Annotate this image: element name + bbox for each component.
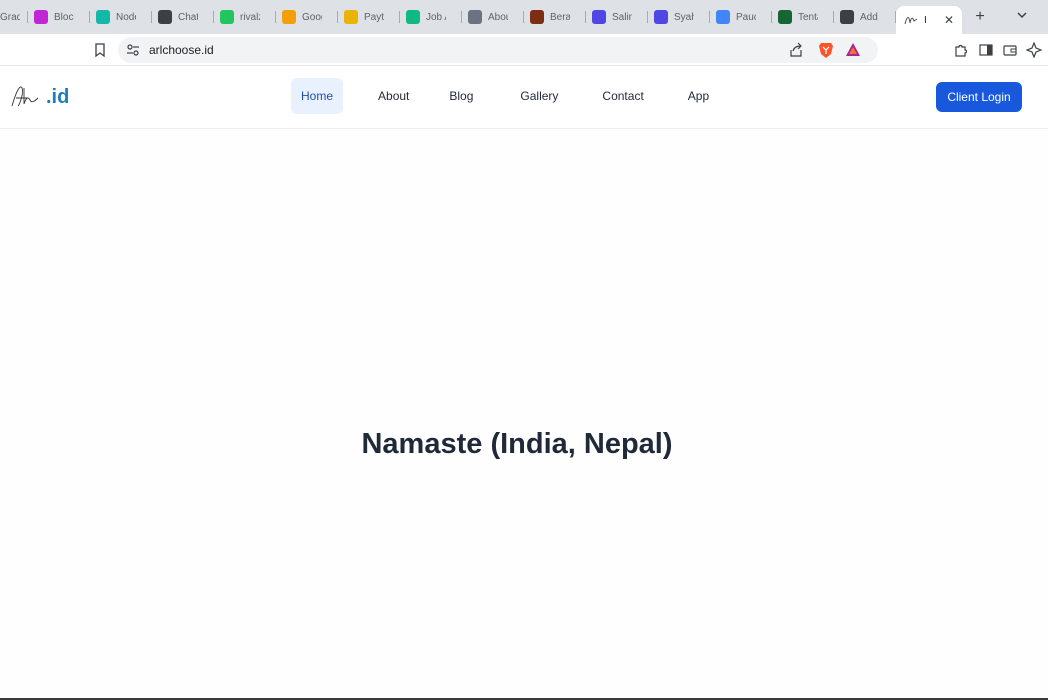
leo-ai-icon[interactable] bbox=[1025, 41, 1043, 59]
browser-tab-title: Node bbox=[116, 11, 136, 23]
block-icon bbox=[34, 10, 48, 24]
share-icon[interactable] bbox=[788, 42, 804, 58]
browser-tab-title: Add bbox=[860, 11, 878, 23]
main-content: Namaste (India, Nepal) bbox=[0, 130, 1048, 698]
tab-search-chevron-icon[interactable] bbox=[1016, 9, 1028, 24]
browser-tab[interactable]: Salin bbox=[586, 5, 648, 29]
extensions-icon[interactable] bbox=[953, 42, 969, 58]
browser-tab[interactable]: rivalz bbox=[214, 5, 276, 29]
browser-tab[interactable]: Syah bbox=[648, 5, 710, 29]
address-bar[interactable]: arlchoose.id bbox=[118, 37, 878, 63]
browser-tab[interactable]: Node bbox=[90, 5, 152, 29]
browser-tab[interactable]: Paytm bbox=[338, 5, 400, 29]
job-icon bbox=[406, 10, 420, 24]
paytm-icon bbox=[344, 10, 358, 24]
browser-toolbar: arlchoose.id bbox=[0, 34, 1048, 66]
browser-tab-title: rivalz bbox=[240, 11, 260, 23]
google-drive-icon bbox=[282, 10, 296, 24]
tenta-icon bbox=[778, 10, 792, 24]
signature-icon bbox=[468, 10, 482, 24]
site-logo[interactable]: .id bbox=[10, 82, 69, 110]
nav-home[interactable]: Home bbox=[291, 78, 344, 114]
tab-list: Gradi Block Node Chat rivalz Goog Paytm Job A Ab… bbox=[0, 0, 896, 34]
browser-tab-title: Berat bbox=[550, 11, 570, 23]
active-tab[interactable]: I ✕ bbox=[896, 6, 963, 34]
chatgpt-icon bbox=[158, 10, 172, 24]
site-header: .id Home About Blog Gallery Contact App … bbox=[0, 66, 1048, 129]
browser-tab[interactable]: Abou bbox=[462, 5, 524, 29]
browser-tab[interactable]: Tenta bbox=[772, 5, 834, 29]
url-text[interactable]: arlchoose.id bbox=[149, 43, 214, 57]
site-settings-icon[interactable] bbox=[126, 43, 140, 57]
browser-tab-title: Gradi bbox=[0, 11, 20, 23]
client-login-button[interactable]: Client Login bbox=[936, 82, 1022, 112]
nav-gallery[interactable]: Gallery bbox=[510, 78, 568, 114]
logo-text: .id bbox=[46, 85, 70, 108]
nav-app[interactable]: App bbox=[678, 78, 719, 114]
google-icon bbox=[716, 10, 730, 24]
new-tab-button[interactable]: + bbox=[970, 8, 990, 26]
browser-tab-title: Paytm bbox=[364, 11, 384, 23]
add-site-icon bbox=[840, 10, 854, 24]
brave-rewards-icon[interactable] bbox=[845, 42, 861, 58]
browser-tab-strip: Gradi Block Node Chat rivalz Goog Paytm Job A Ab… bbox=[0, 0, 1048, 34]
wallet-icon[interactable] bbox=[1002, 42, 1018, 58]
browser-tab[interactable]: Chat bbox=[152, 5, 214, 29]
bookmark-icon[interactable] bbox=[93, 41, 107, 59]
sidebar-icon[interactable] bbox=[978, 42, 994, 58]
browser-tab[interactable]: Berat bbox=[524, 5, 586, 29]
nav-blog[interactable]: Blog bbox=[439, 78, 483, 114]
browser-tab[interactable]: Gradi bbox=[0, 5, 28, 29]
browser-tab[interactable]: Pauc bbox=[710, 5, 772, 29]
rivalz-icon bbox=[220, 10, 234, 24]
syah-icon bbox=[654, 10, 668, 24]
nav-about[interactable]: About bbox=[368, 78, 419, 114]
berat-icon bbox=[530, 10, 544, 24]
signature-icon bbox=[904, 13, 918, 27]
browser-tab[interactable]: Job A bbox=[400, 5, 462, 29]
browser-tab[interactable]: Block bbox=[28, 5, 90, 29]
browser-tab-title: Tenta bbox=[798, 11, 818, 23]
browser-tab-title: Syah bbox=[674, 11, 694, 23]
signature-logo-icon bbox=[11, 86, 39, 107]
browser-tab-title: Block bbox=[54, 11, 74, 23]
page-headline: Namaste (India, Nepal) bbox=[361, 428, 673, 460]
nav-contact[interactable]: Contact bbox=[592, 78, 653, 114]
browser-tab-title: Abou bbox=[488, 11, 508, 23]
browser-tab-title: Goog bbox=[302, 11, 322, 23]
main-nav: Home About Blog Gallery Contact App bbox=[291, 78, 719, 114]
brave-shields-icon[interactable] bbox=[818, 41, 834, 59]
browser-tab-title: Job A bbox=[426, 11, 446, 23]
close-tab-icon[interactable]: ✕ bbox=[944, 13, 954, 27]
browser-tab[interactable]: Add bbox=[834, 5, 896, 29]
browser-tab-title: Salin bbox=[612, 11, 632, 23]
browser-tab[interactable]: Goog bbox=[276, 5, 338, 29]
node-icon bbox=[96, 10, 110, 24]
active-tab-title: I bbox=[924, 14, 927, 26]
browser-tab-title: Pauc bbox=[736, 11, 756, 23]
salin-icon bbox=[592, 10, 606, 24]
browser-tab-title: Chat bbox=[178, 11, 198, 23]
